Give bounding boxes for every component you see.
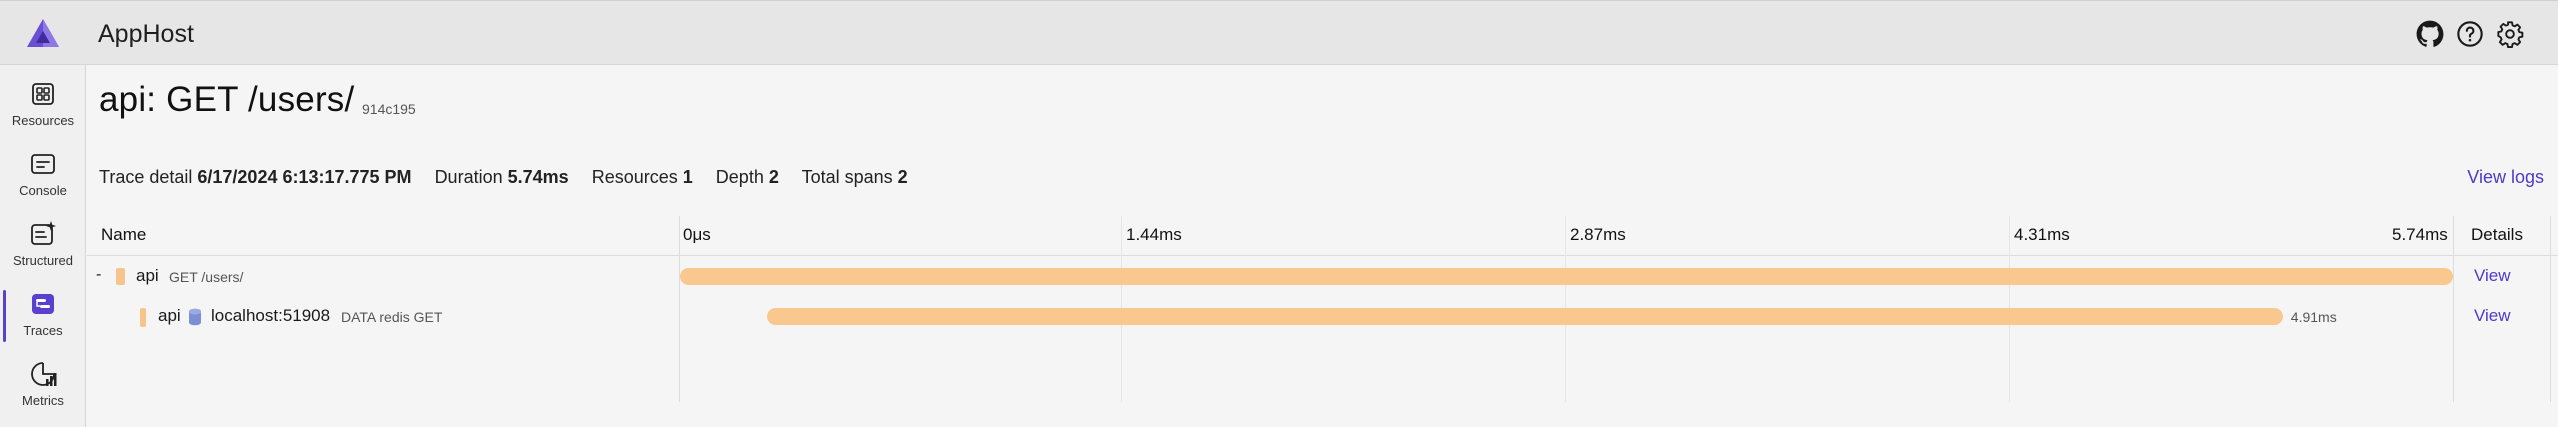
span-duration-label: 4.91ms (2290, 309, 2337, 325)
timeline-tick-label: 1.44ms (1126, 225, 1182, 244)
sidebar-item-structured[interactable]: Structured (0, 210, 86, 280)
span-duration-bar[interactable] (766, 308, 2283, 325)
trace-summary: Trace detail 6/17/2024 6:13:17.775 PM Du… (99, 167, 926, 188)
database-icon (189, 308, 201, 326)
app-title: AppHost (98, 20, 194, 48)
total-spans-summary: Total spans 2 (802, 167, 908, 187)
settings-icon[interactable] (2496, 20, 2524, 48)
resource-color-chip (116, 268, 125, 285)
span-name: GET /users/ (169, 269, 244, 285)
timeline-tick-label: 4.31ms (2014, 225, 2070, 244)
span-grid-header (87, 216, 2558, 256)
trace-detail-page: api: GET /users/ 914c195 Trace detail 6/… (87, 66, 2558, 427)
span-resource-name: api (136, 266, 159, 285)
details-column-header: Details (2471, 225, 2523, 244)
sidebar-item-label: Structured (13, 253, 73, 268)
metrics-icon (31, 362, 57, 386)
sidebar-item-label: Metrics (22, 393, 64, 408)
total-spans-label: Total spans (801, 167, 893, 187)
trace-detail-value: 6/17/2024 6:13:17.775 PM (197, 167, 412, 187)
console-icon (31, 154, 55, 174)
span-name: DATA redis GET (341, 309, 443, 325)
timeline-tick-label: 2.87ms (1570, 225, 1626, 244)
span-row[interactable]: api localhost:51908 DATA redis GET 4.91m… (87, 297, 2558, 337)
resources-value: 1 (682, 167, 693, 187)
duration-summary: Duration 5.74ms (435, 167, 569, 187)
name-column-header: Name (101, 225, 147, 244)
sidebar-nav: Resources Console Structured Traces Metr… (0, 65, 86, 427)
sidebar-item-resources[interactable]: Resources (0, 70, 86, 140)
trace-detail-label: Trace detail (99, 167, 193, 187)
sidebar-item-label: Traces (23, 323, 63, 338)
resources-label: Resources (591, 167, 678, 187)
view-span-details-link[interactable]: View (2474, 266, 2511, 286)
sidebar-item-label: Resources (11, 113, 75, 128)
sidebar-item-label: Console (19, 183, 67, 198)
sidebar-item-console[interactable]: Console (0, 140, 86, 210)
app-logo-icon[interactable] (26, 18, 60, 48)
resources-icon (32, 83, 54, 105)
depth-label: Depth (715, 167, 764, 187)
span-resource-name: api (158, 306, 181, 325)
help-icon[interactable] (2456, 20, 2484, 48)
trace-detail-summary: Trace detail 6/17/2024 6:13:17.775 PM (99, 167, 412, 187)
trace-id: 914c195 (362, 101, 416, 117)
depth-value: 2 (768, 167, 779, 187)
collapse-toggle[interactable]: - (96, 266, 101, 284)
sidebar-item-traces[interactable]: Traces (0, 280, 86, 350)
view-logs-link[interactable]: View logs (2467, 167, 2544, 188)
view-span-details-link[interactable]: View (2474, 306, 2511, 326)
child-span-indicator (140, 308, 146, 327)
sidebar-item-metrics[interactable]: Metrics (0, 350, 86, 420)
traces-icon (32, 294, 54, 314)
github-icon[interactable] (2416, 20, 2444, 48)
total-spans-value: 2 (897, 167, 908, 187)
duration-value: 5.74ms (507, 167, 569, 187)
depth-summary: Depth 2 (716, 167, 779, 187)
span-duration-bar[interactable] (680, 268, 2453, 285)
span-row[interactable]: - api GET /users/ View (87, 257, 2558, 297)
page-title: api: GET /users/ (99, 80, 355, 119)
resources-summary: Resources 1 (592, 167, 693, 187)
span-target: localhost:51908 (211, 306, 331, 325)
duration-label: Duration (434, 167, 503, 187)
top-bar: AppHost (0, 0, 2558, 65)
structured-icon (31, 221, 56, 245)
timeline-tick-label: 0μs (683, 225, 711, 244)
timeline-tick-label: 5.74ms (2392, 225, 2448, 244)
